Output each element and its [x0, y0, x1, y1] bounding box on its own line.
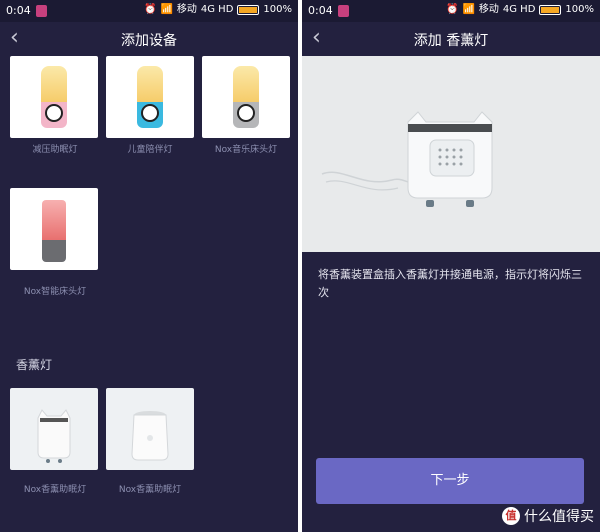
- device-label: Nox香薰助眠灯: [23, 485, 87, 495]
- lamp-image: [137, 66, 163, 128]
- battery-percent: 100%: [263, 4, 292, 15]
- aroma-lamp-image: [131, 411, 169, 461]
- battery-icon: [237, 5, 260, 15]
- status-bar: 0:04 ⏰ 📶 移动 4G HD 100%: [0, 0, 298, 22]
- lamp-image: [233, 66, 259, 128]
- add-aroma-lamp-screen: 0:04 ⏰ 📶 移动 4G HD 100% ‹ 添加 香薰灯 将香薰装置盒插入…: [302, 0, 600, 532]
- lamp-image: [41, 66, 67, 128]
- network-label: 4G HD: [200, 4, 234, 15]
- status-time: 0:04: [308, 4, 333, 17]
- wifi-icon: 📶: [462, 4, 475, 15]
- carrier-label: 移动: [176, 4, 197, 15]
- watermark-text: 什么值得买: [524, 509, 594, 525]
- notification-icon: [338, 5, 349, 17]
- device-label: Nox香薰助眠灯: [118, 485, 182, 495]
- device-card-smart-lamp[interactable]: [10, 188, 98, 270]
- top-bar: ‹ 添加 香薰灯: [302, 22, 600, 56]
- carrier-label: 移动: [478, 4, 499, 15]
- device-label: 减压助眠灯: [32, 145, 78, 155]
- next-step-button[interactable]: 下一步: [316, 458, 584, 504]
- top-bar: ‹ 添加设备: [0, 22, 298, 56]
- device-label: 儿童陪伴灯: [127, 145, 173, 155]
- aroma-lamp-image: [37, 409, 71, 463]
- alarm-icon: ⏰: [445, 4, 459, 15]
- device-label: Nox智能床头灯: [23, 287, 87, 297]
- battery-icon: [539, 5, 562, 15]
- page-title: 添加设备: [121, 33, 177, 49]
- status-time: 0:04: [6, 4, 31, 17]
- wifi-icon: 📶: [160, 4, 173, 15]
- device-card-aroma-lamp-2[interactable]: [106, 388, 194, 470]
- device-card-kids-lamp[interactable]: [106, 56, 194, 138]
- device-card-aroma-lamp-1[interactable]: [10, 388, 98, 470]
- watermark: 值 什么值得买: [502, 506, 594, 526]
- watermark-logo-icon: 值: [502, 507, 520, 525]
- lamp-image: [42, 200, 66, 262]
- device-card-stress-relief-lamp[interactable]: [10, 56, 98, 138]
- aroma-lamp-illustration: [321, 111, 493, 207]
- section-title-aroma: 香薰灯: [16, 358, 53, 372]
- status-bar: 0:04 ⏰ 📶 移动 4G HD 100%: [302, 0, 600, 22]
- battery-percent: 100%: [565, 4, 594, 15]
- network-label: 4G HD: [502, 4, 536, 15]
- device-card-music-lamp[interactable]: [202, 56, 290, 138]
- device-label: Nox音乐床头灯: [214, 145, 278, 155]
- alarm-icon: ⏰: [143, 4, 157, 15]
- add-device-screen: 0:04 ⏰ 📶 移动 4G HD 100% ‹ 添加设备 减压助眠灯 儿童陪伴…: [0, 0, 298, 532]
- instruction-text: 将香薰装置盒插入香薰灯并接通电源，指示灯将闪烁三次: [318, 268, 582, 299]
- aroma-lamp-photo: [302, 56, 600, 252]
- notification-icon: [36, 5, 47, 17]
- page-title: 添加 香薰灯: [413, 33, 489, 49]
